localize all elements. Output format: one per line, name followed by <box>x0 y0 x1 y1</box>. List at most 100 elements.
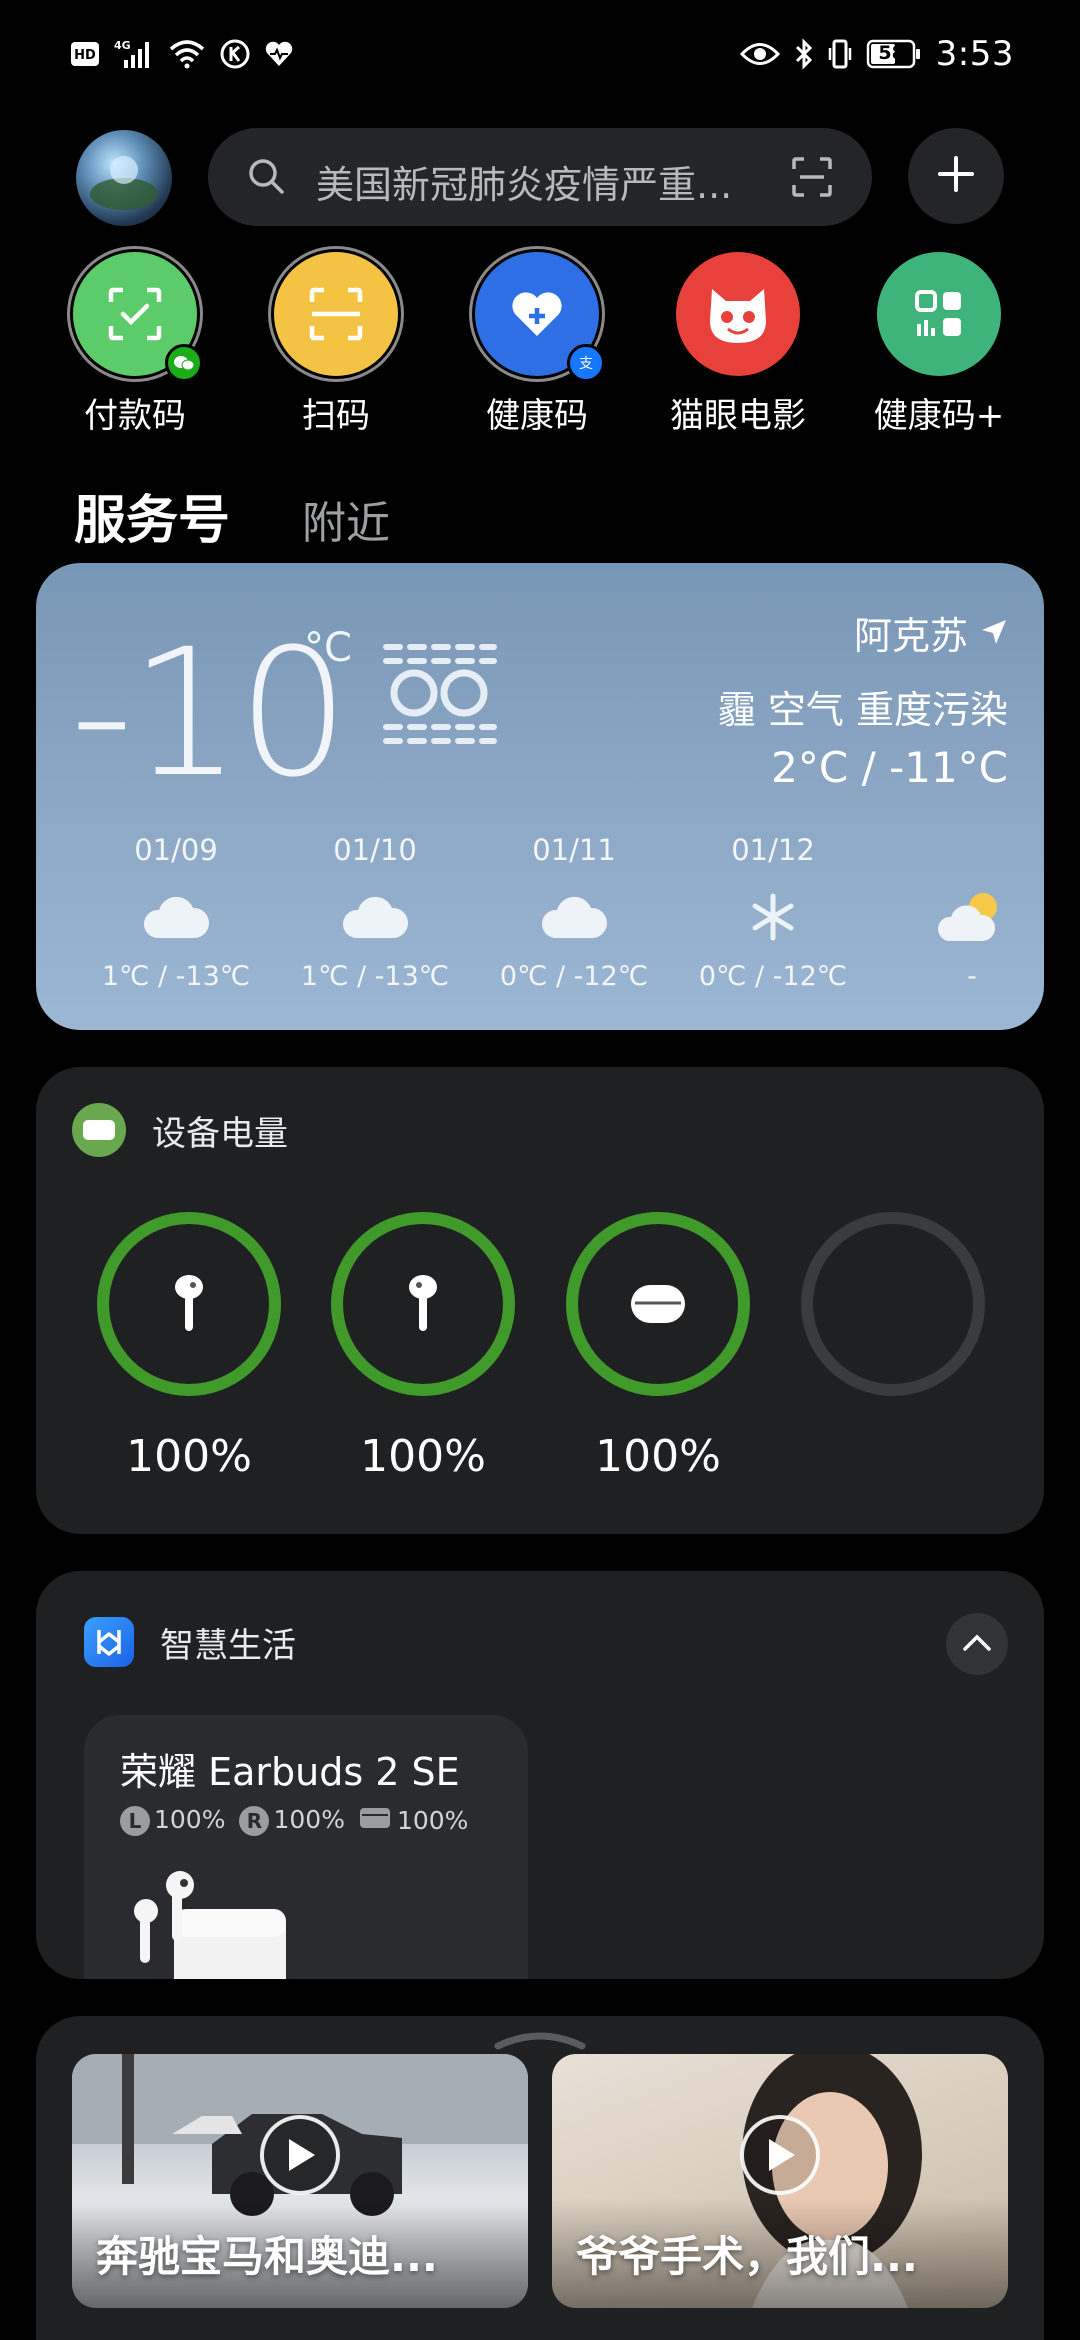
clock: 3:53 <box>935 34 1014 74</box>
svg-text:支: 支 <box>579 356 593 372</box>
left-earbud-percent: 100% <box>154 1805 226 1834</box>
cloud-icon <box>76 873 276 961</box>
forecast-temp: 1℃ / -13℃ <box>300 961 450 992</box>
status-left-icons: HD 4G <box>70 38 294 70</box>
video-title: 奔驰宝马和奥迪... <box>96 2232 438 2281</box>
video-thumbnail[interactable]: 爷爷手术，我们... <box>552 2054 1008 2308</box>
vibrate-icon <box>828 38 852 70</box>
snow-icon <box>673 873 873 961</box>
scan-icon[interactable] <box>790 155 834 203</box>
cloud-icon <box>474 873 674 961</box>
quick-actions: 付款码 扫码 支 健康码 猫眼电影 健康码+ <box>0 252 1080 442</box>
chevron-up-icon <box>962 1632 992 1656</box>
cloud-icon <box>275 873 475 961</box>
quick-action-maoyan[interactable]: 猫眼电影 <box>638 252 838 437</box>
play-icon[interactable] <box>260 2115 340 2195</box>
tab-services[interactable]: 服务号 <box>74 478 230 553</box>
left-earbud-stat: L 100% <box>120 1805 225 1836</box>
plus-icon <box>936 154 976 198</box>
battery-ring-case <box>563 1209 753 1399</box>
wechat-badge-icon <box>165 344 203 382</box>
battery-ring-empty <box>798 1209 988 1399</box>
earbuds-device-card[interactable]: 荣耀 Earbuds 2 SE L 100% R 100% 100% <box>84 1715 528 1979</box>
video-thumbnail[interactable]: 奔驰宝马和奥迪... <box>72 2054 528 2308</box>
forecast-date: 01/10 <box>333 833 417 867</box>
battery-icon: 58 <box>866 38 922 70</box>
smart-life-title: 智慧生活 <box>160 1625 296 1666</box>
eye-icon <box>739 41 780 67</box>
service-tabs: 服务号 附近 <box>74 478 390 553</box>
quick-action-label: 健康码+ <box>873 396 1005 436</box>
status-bar: HD 4G 58 3:53 <box>0 0 1080 120</box>
heart-app-icon <box>264 40 294 68</box>
temperature-unit: °C <box>304 625 352 671</box>
k-app-icon <box>220 39 250 69</box>
forecast-day: 01/10 1℃ / -13℃ <box>275 833 475 992</box>
svg-text:HD: HD <box>74 48 96 63</box>
right-tag: R <box>239 1806 270 1836</box>
forecast-date: 01/09 <box>134 833 218 867</box>
device-battery-card[interactable]: 设备电量 100% 100% 100% <box>36 1067 1044 1534</box>
forecast-temp: - <box>967 961 977 992</box>
health-code-plus-icon <box>877 252 1001 376</box>
drag-handle-icon[interactable] <box>494 2030 586 2054</box>
earbuds-case-icon <box>629 1283 687 1329</box>
device-name: 荣耀 Earbuds 2 SE <box>120 1750 460 1794</box>
haze-icon <box>378 641 502 755</box>
forecast-row: 01/09 1℃ / -13℃ 01/10 1℃ / -13℃ 01/11 0℃… <box>36 833 1044 1013</box>
device-battery-stats: L 100% R 100% 100% <box>120 1805 468 1836</box>
battery-percent: 100% <box>595 1431 721 1482</box>
battery-ring-left-earbud <box>94 1209 284 1399</box>
smart-life-logo-icon <box>84 1617 134 1667</box>
4g-signal-icon: 4G <box>114 38 154 70</box>
health-code-icon: 支 <box>475 252 605 382</box>
location-arrow-icon <box>980 611 1008 655</box>
battery-card-title: 设备电量 <box>152 1113 288 1154</box>
tab-nearby[interactable]: 附近 <box>302 487 390 551</box>
forecast-day: 01/12 0℃ / -12℃ <box>673 833 873 992</box>
left-tag: L <box>120 1806 150 1836</box>
collapse-button[interactable] <box>946 1613 1008 1675</box>
weather-card[interactable]: -10 °C 阿克苏 霾 空气 重度污染 2°C / -11°C 01/09 1… <box>36 563 1044 1030</box>
quick-action-scan[interactable]: 扫码 <box>236 252 436 437</box>
alipay-badge-icon: 支 <box>567 344 605 382</box>
earbuds-product-image <box>124 1865 294 1979</box>
case-stat: 100% <box>359 1806 468 1836</box>
forecast-temp: 0℃ / -12℃ <box>499 961 649 992</box>
weather-city: 阿克苏 <box>854 605 1008 660</box>
quick-action-health-code-plus[interactable]: 健康码+ <box>839 252 1039 437</box>
left-earbud-icon <box>172 1273 206 1339</box>
quick-action-label: 健康码 <box>486 396 588 436</box>
partly-cloudy-icon <box>872 873 1044 961</box>
add-button[interactable] <box>908 128 1004 224</box>
smart-life-card[interactable]: 智慧生活 荣耀 Earbuds 2 SE L 100% R 100% 100% <box>36 1571 1044 1979</box>
battery-level-text: 58 <box>878 42 905 64</box>
play-icon[interactable] <box>740 2115 820 2195</box>
scan-icon <box>274 252 398 376</box>
city-name: 阿克苏 <box>853 614 968 658</box>
case-icon <box>359 1806 391 1836</box>
forecast-day: - <box>872 833 1044 992</box>
hd-icon: HD <box>70 41 100 67</box>
svg-text:4G: 4G <box>114 39 131 52</box>
right-earbud-percent: 100% <box>273 1805 345 1834</box>
forecast-temp: 0℃ / -12℃ <box>698 961 848 992</box>
search-placeholder: 美国新冠肺炎疫情严重... <box>316 163 733 207</box>
forecast-temp: 1℃ / -13℃ <box>101 961 251 992</box>
search-bar[interactable]: 美国新冠肺炎疫情严重... <box>208 128 872 226</box>
forecast-date: 01/12 <box>731 833 815 867</box>
smart-life-header: 智慧生活 <box>84 1617 296 1667</box>
quick-action-health-code[interactable]: 支 健康码 <box>437 252 637 437</box>
battery-widget-icon <box>72 1103 126 1157</box>
battery-card-header: 设备电量 <box>72 1103 288 1157</box>
case-percent: 100% <box>396 1806 469 1835</box>
avatar[interactable] <box>76 130 172 226</box>
air-quality: 霾 空气 重度污染 <box>717 688 1008 732</box>
battery-percent: 100% <box>126 1431 252 1482</box>
bluetooth-icon <box>794 38 814 70</box>
quick-action-label: 付款码 <box>84 396 186 436</box>
right-earbud-icon <box>406 1273 440 1339</box>
status-right-icons: 58 3:53 <box>739 34 1014 74</box>
quick-action-payment-code[interactable]: 付款码 <box>35 252 235 437</box>
maoyan-cat-icon <box>676 252 800 376</box>
